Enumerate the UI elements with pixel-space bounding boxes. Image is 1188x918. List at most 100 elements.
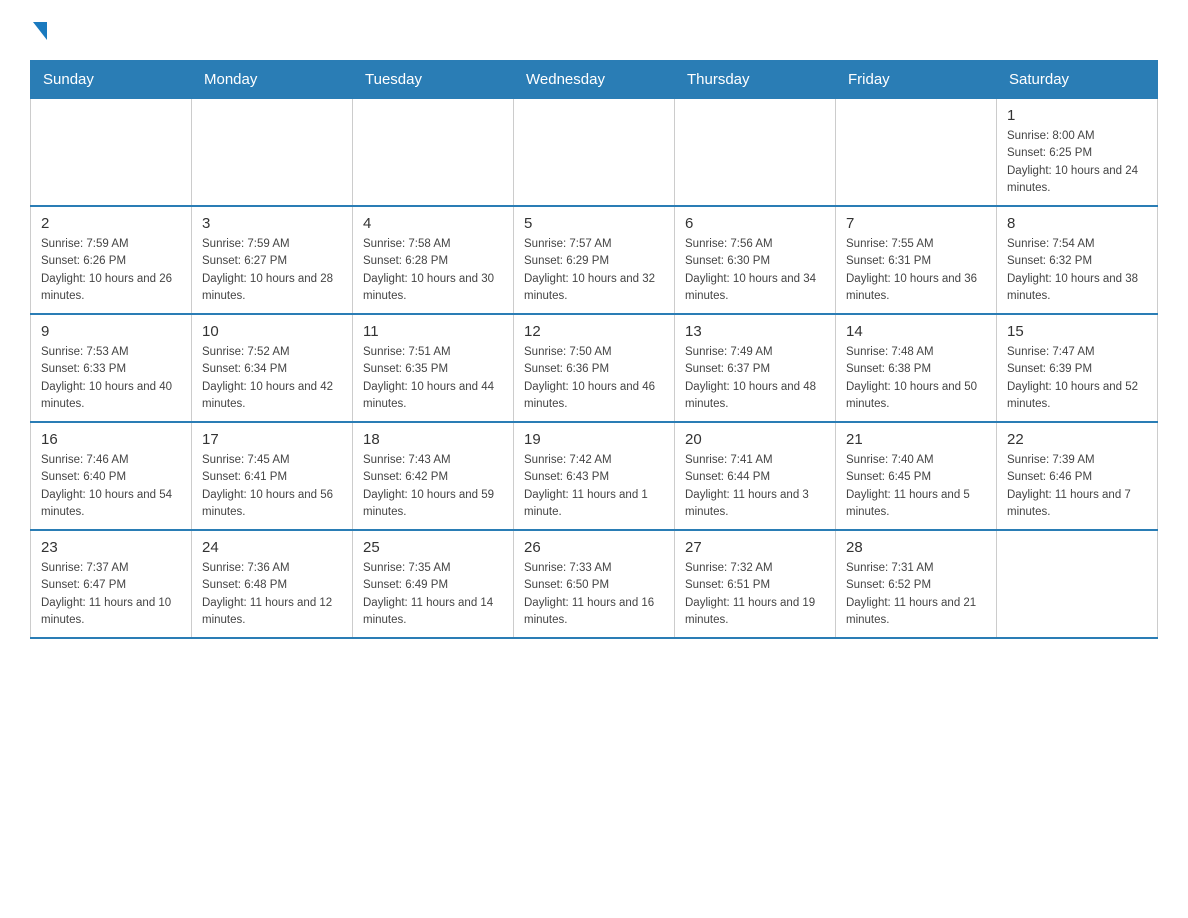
day-number: 12 [524, 323, 664, 340]
day-info: Sunrise: 7:39 AMSunset: 6:46 PMDaylight:… [1007, 452, 1147, 521]
day-number: 27 [685, 539, 825, 556]
calendar-cell: 26 Sunrise: 7:33 AMSunset: 6:50 PMDayligh… [514, 530, 675, 638]
day-number: 25 [363, 539, 503, 556]
day-number: 20 [685, 431, 825, 448]
day-number: 2 [41, 215, 181, 232]
column-header-friday: Friday [836, 61, 997, 99]
calendar-cell [836, 99, 997, 207]
day-info: Sunrise: 7:57 AMSunset: 6:29 PMDaylight:… [524, 236, 664, 305]
calendar-cell: 28 Sunrise: 7:31 AMSunset: 6:52 PMDayligh… [836, 530, 997, 638]
day-number: 1 [1007, 107, 1147, 124]
calendar-week-row: 1 Sunrise: 8:00 AMSunset: 6:25 PMDaylight… [31, 99, 1158, 207]
day-number: 10 [202, 323, 342, 340]
calendar-cell: 4 Sunrise: 7:58 AMSunset: 6:28 PMDaylight… [353, 206, 514, 314]
column-header-saturday: Saturday [997, 61, 1158, 99]
day-number: 4 [363, 215, 503, 232]
calendar-cell [192, 99, 353, 207]
day-info: Sunrise: 7:33 AMSunset: 6:50 PMDaylight:… [524, 560, 664, 629]
calendar-cell: 16Sunrise: 7:46 AMSunset: 6:40 PMDayligh… [31, 422, 192, 530]
calendar-cell: 15 Sunrise: 7:47 AMSunset: 6:39 PMDayligh… [997, 314, 1158, 422]
day-info: Sunrise: 7:51 AMSunset: 6:35 PMDaylight:… [363, 344, 503, 413]
column-header-monday: Monday [192, 61, 353, 99]
logo [30, 20, 47, 40]
calendar-cell: 23 Sunrise: 7:37 AMSunset: 6:47 PMDayligh… [31, 530, 192, 638]
day-number: 18 [363, 431, 503, 448]
column-header-sunday: Sunday [31, 61, 192, 99]
calendar-cell: 27 Sunrise: 7:32 AMSunset: 6:51 PMDayligh… [675, 530, 836, 638]
calendar-cell: 11 Sunrise: 7:51 AMSunset: 6:35 PMDayligh… [353, 314, 514, 422]
calendar-cell [997, 530, 1158, 638]
calendar-cell: 21 Sunrise: 7:40 AMSunset: 6:45 PMDayligh… [836, 422, 997, 530]
day-number: 26 [524, 539, 664, 556]
calendar-cell [353, 99, 514, 207]
day-number: 21 [846, 431, 986, 448]
day-info: Sunrise: 7:41 AMSunset: 6:44 PMDaylight:… [685, 452, 825, 521]
day-info: Sunrise: 7:49 AMSunset: 6:37 PMDaylight:… [685, 344, 825, 413]
day-number: 19 [524, 431, 664, 448]
calendar-cell: 6 Sunrise: 7:56 AMSunset: 6:30 PMDaylight… [675, 206, 836, 314]
day-info: Sunrise: 7:59 AMSunset: 6:27 PMDaylight:… [202, 236, 342, 305]
day-number: 14 [846, 323, 986, 340]
column-header-tuesday: Tuesday [353, 61, 514, 99]
day-number: 16 [41, 431, 181, 448]
day-number: 17 [202, 431, 342, 448]
calendar-cell [675, 99, 836, 207]
day-info: Sunrise: 7:59 AMSunset: 6:26 PMDaylight:… [41, 236, 181, 305]
day-info: Sunrise: 7:58 AMSunset: 6:28 PMDaylight:… [363, 236, 503, 305]
calendar-week-row: 16Sunrise: 7:46 AMSunset: 6:40 PMDayligh… [31, 422, 1158, 530]
day-number: 22 [1007, 431, 1147, 448]
calendar-week-row: 23 Sunrise: 7:37 AMSunset: 6:47 PMDayligh… [31, 530, 1158, 638]
day-info: Sunrise: 7:53 AMSunset: 6:33 PMDaylight:… [41, 344, 181, 413]
day-info: Sunrise: 7:32 AMSunset: 6:51 PMDaylight:… [685, 560, 825, 629]
day-info: Sunrise: 7:43 AMSunset: 6:42 PMDaylight:… [363, 452, 503, 521]
calendar-cell: 13 Sunrise: 7:49 AMSunset: 6:37 PMDayligh… [675, 314, 836, 422]
calendar-cell: 3 Sunrise: 7:59 AMSunset: 6:27 PMDaylight… [192, 206, 353, 314]
day-info: Sunrise: 7:48 AMSunset: 6:38 PMDaylight:… [846, 344, 986, 413]
calendar-cell: 1 Sunrise: 8:00 AMSunset: 6:25 PMDaylight… [997, 99, 1158, 207]
calendar-cell: 22 Sunrise: 7:39 AMSunset: 6:46 PMDayligh… [997, 422, 1158, 530]
calendar-cell: 9 Sunrise: 7:53 AMSunset: 6:33 PMDaylight… [31, 314, 192, 422]
calendar-cell: 14 Sunrise: 7:48 AMSunset: 6:38 PMDayligh… [836, 314, 997, 422]
day-number: 13 [685, 323, 825, 340]
page-header [30, 20, 1158, 40]
day-number: 5 [524, 215, 664, 232]
day-number: 3 [202, 215, 342, 232]
calendar-cell: 19 Sunrise: 7:42 AMSunset: 6:43 PMDayligh… [514, 422, 675, 530]
calendar-cell: 10Sunrise: 7:52 AMSunset: 6:34 PMDayligh… [192, 314, 353, 422]
calendar-cell: 17 Sunrise: 7:45 AMSunset: 6:41 PMDayligh… [192, 422, 353, 530]
day-info: Sunrise: 7:37 AMSunset: 6:47 PMDaylight:… [41, 560, 181, 629]
day-number: 9 [41, 323, 181, 340]
calendar-cell: 24 Sunrise: 7:36 AMSunset: 6:48 PMDayligh… [192, 530, 353, 638]
calendar-cell: 18 Sunrise: 7:43 AMSunset: 6:42 PMDayligh… [353, 422, 514, 530]
calendar-cell [31, 99, 192, 207]
day-info: Sunrise: 7:56 AMSunset: 6:30 PMDaylight:… [685, 236, 825, 305]
day-info: Sunrise: 7:50 AMSunset: 6:36 PMDaylight:… [524, 344, 664, 413]
day-info: Sunrise: 7:42 AMSunset: 6:43 PMDaylight:… [524, 452, 664, 521]
day-info: Sunrise: 7:47 AMSunset: 6:39 PMDaylight:… [1007, 344, 1147, 413]
day-number: 6 [685, 215, 825, 232]
calendar-cell: 5 Sunrise: 7:57 AMSunset: 6:29 PMDaylight… [514, 206, 675, 314]
column-header-thursday: Thursday [675, 61, 836, 99]
day-info: Sunrise: 7:31 AMSunset: 6:52 PMDaylight:… [846, 560, 986, 629]
day-number: 24 [202, 539, 342, 556]
day-info: Sunrise: 7:45 AMSunset: 6:41 PMDaylight:… [202, 452, 342, 521]
day-number: 28 [846, 539, 986, 556]
calendar-cell: 8 Sunrise: 7:54 AMSunset: 6:32 PMDaylight… [997, 206, 1158, 314]
day-info: Sunrise: 7:40 AMSunset: 6:45 PMDaylight:… [846, 452, 986, 521]
day-number: 23 [41, 539, 181, 556]
column-header-wednesday: Wednesday [514, 61, 675, 99]
calendar-week-row: 2 Sunrise: 7:59 AMSunset: 6:26 PMDaylight… [31, 206, 1158, 314]
calendar-cell: 2 Sunrise: 7:59 AMSunset: 6:26 PMDaylight… [31, 206, 192, 314]
day-info: Sunrise: 7:35 AMSunset: 6:49 PMDaylight:… [363, 560, 503, 629]
day-info: Sunrise: 7:55 AMSunset: 6:31 PMDaylight:… [846, 236, 986, 305]
day-number: 7 [846, 215, 986, 232]
day-info: Sunrise: 7:54 AMSunset: 6:32 PMDaylight:… [1007, 236, 1147, 305]
calendar-cell: 12 Sunrise: 7:50 AMSunset: 6:36 PMDayligh… [514, 314, 675, 422]
calendar-cell: 25 Sunrise: 7:35 AMSunset: 6:49 PMDayligh… [353, 530, 514, 638]
day-info: Sunrise: 8:00 AMSunset: 6:25 PMDaylight:… [1007, 128, 1147, 197]
day-number: 11 [363, 323, 503, 340]
day-number: 15 [1007, 323, 1147, 340]
day-number: 8 [1007, 215, 1147, 232]
day-info: Sunrise: 7:36 AMSunset: 6:48 PMDaylight:… [202, 560, 342, 629]
logo-arrow-icon [33, 22, 47, 40]
